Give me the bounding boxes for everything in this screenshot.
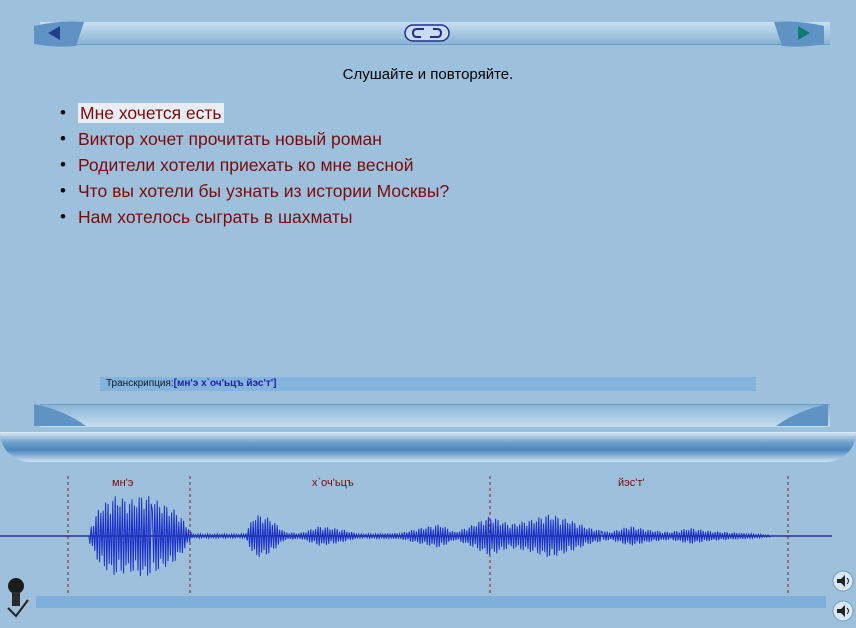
sentence-item-5[interactable]: • Нам хотелось сыграть в шахматы	[60, 204, 449, 230]
sentence-item-1[interactable]: • Мне хочется есть	[60, 100, 449, 126]
sentence-text: Что вы хотели бы узнать из истории Москв…	[78, 181, 450, 201]
transcription-label: Транскрипция:	[106, 378, 174, 389]
record-button[interactable]	[4, 578, 32, 622]
sentence-item-3[interactable]: • Родители хотели приехать ко мне весной	[60, 152, 449, 178]
segment-label-1: мн'э	[112, 477, 134, 489]
play-recording-button[interactable]	[832, 600, 854, 622]
sentence-list: • Мне хочется есть • Виктор хочет прочитат…	[60, 100, 449, 230]
sentence-item-2[interactable]: • Виктор хочет прочитать новый роман	[60, 126, 449, 152]
sentence-item-4[interactable]: • Что вы хотели бы узнать из истории Моск…	[60, 178, 449, 204]
panel-divider	[0, 432, 856, 462]
instruction-text: Слушайте и повторяйте.	[342, 66, 514, 83]
sentence-text: Виктор хочет прочитать новый роман	[78, 129, 382, 149]
bullet-icon: •	[60, 207, 66, 226]
bullet-icon: •	[60, 129, 66, 148]
sentence-text: Нам хотелось сыграть в шахматы	[78, 207, 353, 227]
bar-cap-right	[776, 404, 828, 426]
segment-label-2: х`оч'ьцъ	[312, 477, 354, 489]
bullet-icon: •	[60, 155, 66, 174]
bar-cap-left	[34, 404, 86, 426]
transcription-value: [мн'э х`оч'ьцъ йэс'т']	[173, 378, 277, 389]
lower-toolbar	[40, 404, 830, 427]
sentence-text: Родители хотели приехать ко мне весной	[78, 155, 414, 175]
bullet-icon: •	[60, 103, 66, 122]
microphone-icon	[7, 578, 29, 618]
back-button[interactable]	[34, 18, 86, 48]
bullet-icon: •	[60, 181, 66, 200]
segment-label-3: йэс'т'	[618, 477, 645, 489]
bottom-toolbar	[36, 596, 826, 608]
sentence-text: Мне хочется есть	[78, 103, 224, 123]
forward-button[interactable]	[770, 18, 824, 48]
transcription: Транскрипция:[мн'э х`оч'ьцъ йэс'т']	[106, 378, 276, 389]
repeat-button[interactable]	[404, 24, 450, 42]
play-button[interactable]	[832, 570, 854, 592]
